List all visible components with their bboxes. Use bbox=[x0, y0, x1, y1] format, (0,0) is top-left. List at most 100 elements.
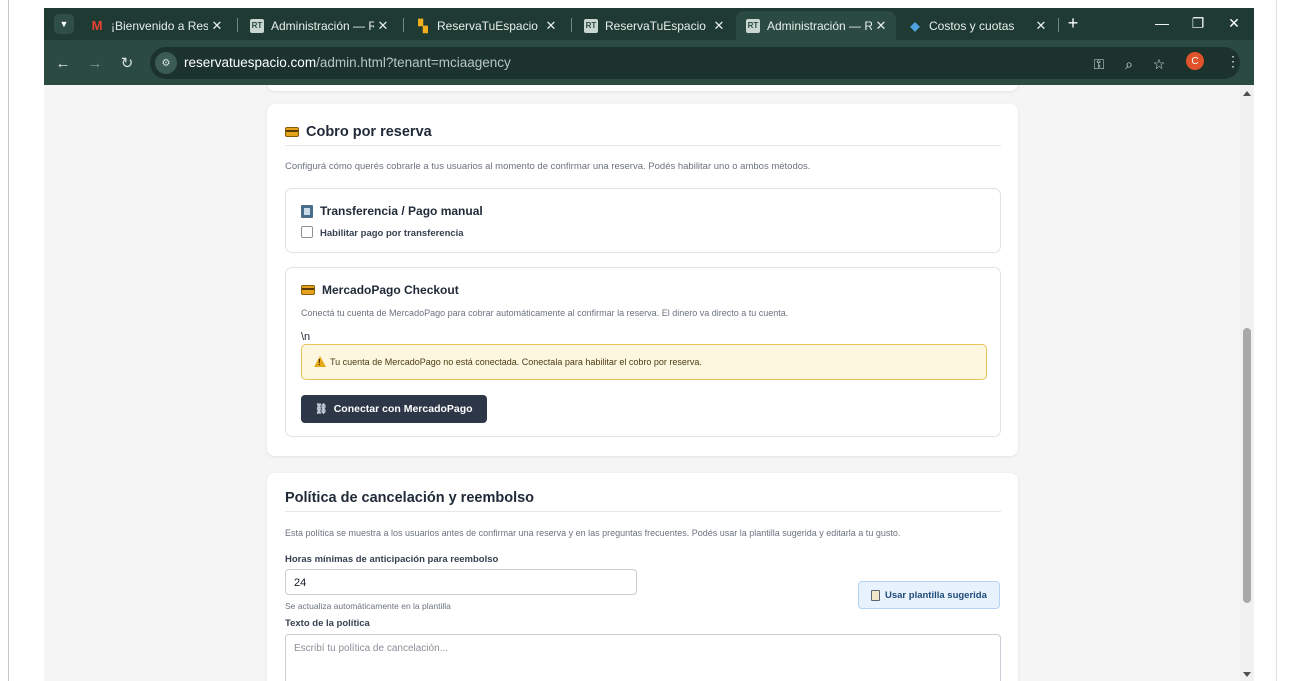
hours-input[interactable]: 24 bbox=[285, 569, 637, 595]
tab-separator bbox=[237, 18, 238, 32]
page-viewport: Cobro por reserva Configurá cómo querés … bbox=[44, 85, 1240, 681]
credit-card-icon bbox=[301, 285, 315, 295]
transferencia-panel: Transferencia / Pago manual Habilitar pa… bbox=[285, 188, 1001, 253]
warning-text: Tu cuenta de MercadoPago no está conecta… bbox=[330, 357, 702, 367]
address-bar[interactable]: ⚙ reservatuespacio.com/admin.html?tenant… bbox=[150, 47, 1240, 79]
tab-separator bbox=[571, 18, 572, 32]
page-scrollbar[interactable] bbox=[1240, 85, 1254, 681]
forward-button[interactable]: → bbox=[84, 52, 106, 74]
back-button[interactable]: ← bbox=[52, 52, 74, 74]
connect-mercadopago-button[interactable]: ⛓ Conectar con MercadoPago bbox=[301, 395, 487, 423]
frame-border-right bbox=[1276, 0, 1277, 681]
close-icon[interactable]: ✕ bbox=[710, 18, 728, 34]
tab-title: ReservaTuEspacio bbox=[437, 18, 538, 33]
grid-icon: ▚ bbox=[418, 18, 428, 33]
browser-menu-icon[interactable]: ⋮ bbox=[1226, 52, 1240, 70]
divider bbox=[285, 145, 1001, 146]
restore-button[interactable]: ❐ bbox=[1180, 12, 1216, 34]
cobro-card: Cobro por reserva Configurá cómo querés … bbox=[267, 104, 1018, 456]
cobro-title: Cobro por reserva bbox=[285, 124, 432, 140]
mercadopago-title: MercadoPago Checkout bbox=[301, 283, 459, 297]
divider bbox=[285, 511, 1001, 512]
arrow-left-icon: ← bbox=[55, 54, 71, 72]
bank-icon bbox=[301, 204, 313, 218]
transferencia-title: Transferencia / Pago manual bbox=[301, 204, 483, 218]
browser-window: ▼ M ¡Bienvenido a Reserva ✕ RT Administr… bbox=[44, 8, 1254, 681]
chevron-down-icon: ▼ bbox=[59, 19, 69, 29]
transferencia-checkbox[interactable] bbox=[301, 226, 313, 238]
tab-reservatuespacio-2[interactable]: RT ReservaTuEspacio ✕ bbox=[574, 11, 734, 40]
mercadopago-description: Conectá tu cuenta de MercadoPago para co… bbox=[301, 308, 789, 318]
clipboard-icon bbox=[871, 589, 880, 601]
previous-card bbox=[267, 85, 1018, 91]
politica-description: Esta política se muestra a los usuarios … bbox=[285, 528, 901, 538]
reload-icon: ↻ bbox=[120, 55, 134, 72]
app-icon: RT bbox=[250, 18, 264, 33]
mercadopago-warning: Tu cuenta de MercadoPago no está conecta… bbox=[301, 344, 987, 380]
globe-icon: ◆ bbox=[910, 18, 920, 33]
template-button-label: Usar plantilla sugerida bbox=[885, 589, 987, 601]
transferencia-checkbox-label[interactable]: Habilitar pago por transferencia bbox=[320, 228, 464, 239]
tab-separator bbox=[1058, 18, 1059, 32]
tab-admin-1[interactable]: RT Administración — Re ✕ bbox=[240, 11, 398, 40]
browser-toolbar: ← → ↻ ⚙ reservatuespacio.com/admin.html?… bbox=[44, 40, 1254, 85]
minimize-icon: — bbox=[1155, 15, 1169, 31]
screen: ▼ M ¡Bienvenido a Reserva ✕ RT Administr… bbox=[0, 0, 1290, 681]
tab-reservatuespacio-1[interactable]: ▚ ReservaTuEspacio ✕ bbox=[406, 11, 566, 40]
policy-text-label: Texto de la política bbox=[285, 618, 370, 629]
zoom-icon[interactable]: ⌕ bbox=[1118, 53, 1140, 75]
plus-icon: + bbox=[1067, 12, 1079, 33]
politica-title-text: Política de cancelación y reembolso bbox=[285, 490, 535, 506]
reload-button[interactable]: ↻ bbox=[116, 52, 138, 74]
tab-strip: ▼ M ¡Bienvenido a Reserva ✕ RT Administr… bbox=[44, 8, 1254, 40]
warning-icon bbox=[314, 356, 326, 367]
scroll-up-icon[interactable] bbox=[1243, 91, 1251, 96]
gmail-icon: M bbox=[91, 18, 103, 33]
politica-title: Política de cancelación y reembolso bbox=[285, 490, 534, 506]
url-text[interactable]: reservatuespacio.com/admin.html?tenant=m… bbox=[184, 55, 511, 70]
mercadopago-title-text: MercadoPago Checkout bbox=[322, 283, 459, 297]
credit-card-icon bbox=[285, 127, 299, 137]
url-path: /admin.html?tenant=mciaagency bbox=[316, 55, 511, 70]
password-key-icon[interactable]: ⚿ bbox=[1088, 53, 1110, 75]
tab-admin-active[interactable]: RT Administración — Re ✕ bbox=[736, 11, 896, 40]
url-host: reservatuespacio.com bbox=[184, 55, 317, 70]
connect-button-label: Conectar con MercadoPago bbox=[333, 403, 473, 415]
scrollbar-thumb[interactable] bbox=[1243, 328, 1251, 603]
tab-gmail[interactable]: M ¡Bienvenido a Reserva ✕ bbox=[80, 11, 232, 40]
tab-costos[interactable]: ◆ Costos y cuotas ✕ bbox=[898, 11, 1056, 40]
transferencia-title-text: Transferencia / Pago manual bbox=[320, 204, 483, 218]
close-icon[interactable]: ✕ bbox=[872, 18, 890, 34]
restore-icon: ❐ bbox=[1191, 14, 1205, 31]
close-icon[interactable]: ✕ bbox=[208, 18, 226, 34]
site-settings-icon[interactable]: ⚙ bbox=[155, 52, 177, 74]
cobro-title-text: Cobro por reserva bbox=[306, 124, 432, 140]
tab-title: Administración — Re bbox=[767, 18, 872, 33]
mercadopago-panel: MercadoPago Checkout Conectá tu cuenta d… bbox=[285, 267, 1001, 437]
cobro-description: Configurá cómo querés cobrarle a tus usu… bbox=[285, 161, 811, 172]
arrow-right-icon: → bbox=[87, 54, 103, 72]
politica-card: Política de cancelación y reembolso Esta… bbox=[267, 473, 1018, 681]
hours-label: Horas mínimas de anticipación para reemb… bbox=[285, 554, 499, 565]
use-template-button[interactable]: Usar plantilla sugerida bbox=[858, 581, 1000, 609]
policy-textarea[interactable]: Escribí tu política de cancelación... bbox=[285, 634, 1001, 681]
frame-border bbox=[8, 0, 9, 681]
close-icon[interactable]: ✕ bbox=[542, 18, 560, 34]
bookmark-star-icon[interactable]: ☆ bbox=[1148, 53, 1170, 75]
hours-hint: Se actualiza automáticamente en la plant… bbox=[285, 601, 451, 611]
tab-search-button[interactable]: ▼ bbox=[54, 14, 74, 34]
scroll-down-icon[interactable] bbox=[1243, 672, 1251, 677]
app-icon: RT bbox=[746, 18, 760, 33]
stray-text: \n bbox=[301, 331, 311, 343]
close-icon: ✕ bbox=[1228, 14, 1240, 31]
close-icon[interactable]: ✕ bbox=[1032, 18, 1050, 34]
profile-avatar[interactable]: C bbox=[1186, 52, 1204, 70]
tab-title: Costos y cuotas bbox=[929, 18, 1015, 33]
profile-initial: C bbox=[1191, 55, 1199, 67]
minimize-button[interactable]: — bbox=[1144, 12, 1180, 34]
tab-title: Administración — Re bbox=[271, 18, 374, 33]
new-tab-button[interactable]: + bbox=[1062, 12, 1084, 34]
tab-separator bbox=[403, 18, 404, 32]
close-window-button[interactable]: ✕ bbox=[1216, 12, 1252, 34]
close-icon[interactable]: ✕ bbox=[374, 18, 392, 34]
